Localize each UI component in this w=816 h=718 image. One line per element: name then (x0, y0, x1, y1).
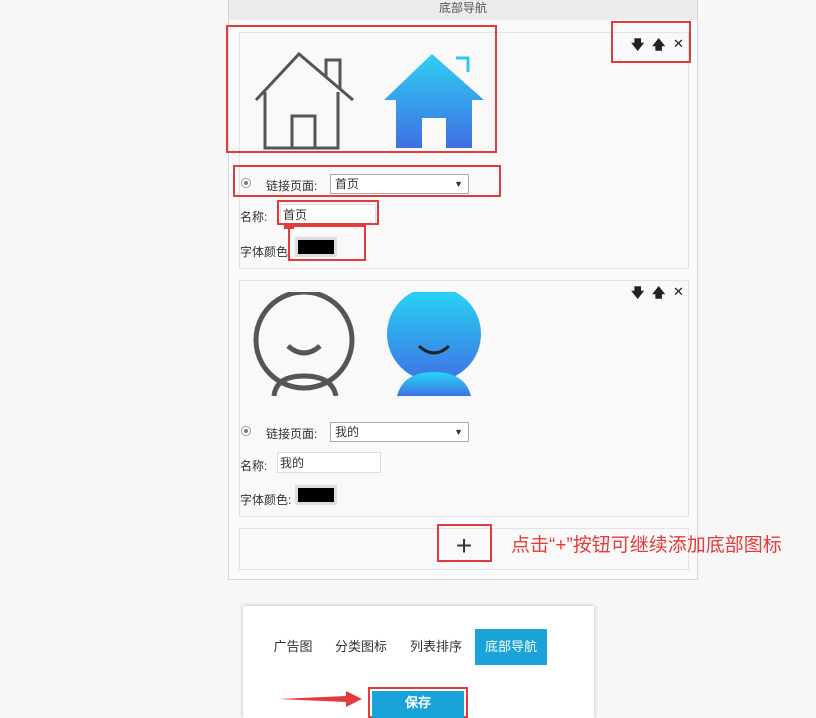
tab-ad-image[interactable]: 广告图 (266, 629, 320, 665)
name-highlight (277, 200, 379, 225)
link-highlight (233, 165, 501, 197)
move-up-icon[interactable]: 🡅 (652, 36, 665, 58)
delete-icon[interactable]: ✕ (673, 284, 684, 300)
name-label: 名称: (240, 210, 268, 224)
name-label: 名称: (240, 459, 268, 473)
panel-title: 底部导航 (229, 0, 697, 20)
link-radio[interactable] (241, 426, 251, 436)
delete-icon[interactable]: ✕ (673, 36, 684, 52)
chevron-down-icon: ▼ (454, 427, 463, 437)
link-page-value: 我的 (335, 425, 360, 439)
tab-list-sort[interactable]: 列表排序 (403, 629, 469, 665)
font-color-label: 字体颜色: (240, 493, 292, 507)
user-outline-icon[interactable] (252, 292, 360, 396)
user-filled-icon[interactable] (383, 292, 491, 396)
move-down-icon[interactable]: 🡇 (631, 284, 644, 306)
color-highlight (288, 225, 366, 261)
link-page-label: 链接页面: (266, 427, 318, 441)
tab-bottom-nav[interactable]: 底部导航 (475, 629, 547, 665)
tab-category-icons[interactable]: 分类图标 (330, 629, 392, 665)
font-color-swatch[interactable] (295, 485, 337, 505)
arrow-annotation (278, 691, 362, 707)
name-input[interactable]: 我的 (277, 452, 381, 473)
icons-highlight (226, 25, 497, 153)
add-button[interactable]: + (452, 532, 476, 560)
save-button[interactable]: 保存 (372, 691, 464, 718)
move-down-icon[interactable]: 🡇 (631, 36, 644, 58)
font-color-label: 字体颜色 (240, 245, 289, 259)
link-page-select[interactable]: 我的 ▼ (330, 422, 469, 442)
annotation-text: 点击“+”按钮可继续添加底部图标 (511, 535, 782, 556)
move-up-icon[interactable]: 🡅 (652, 284, 665, 306)
